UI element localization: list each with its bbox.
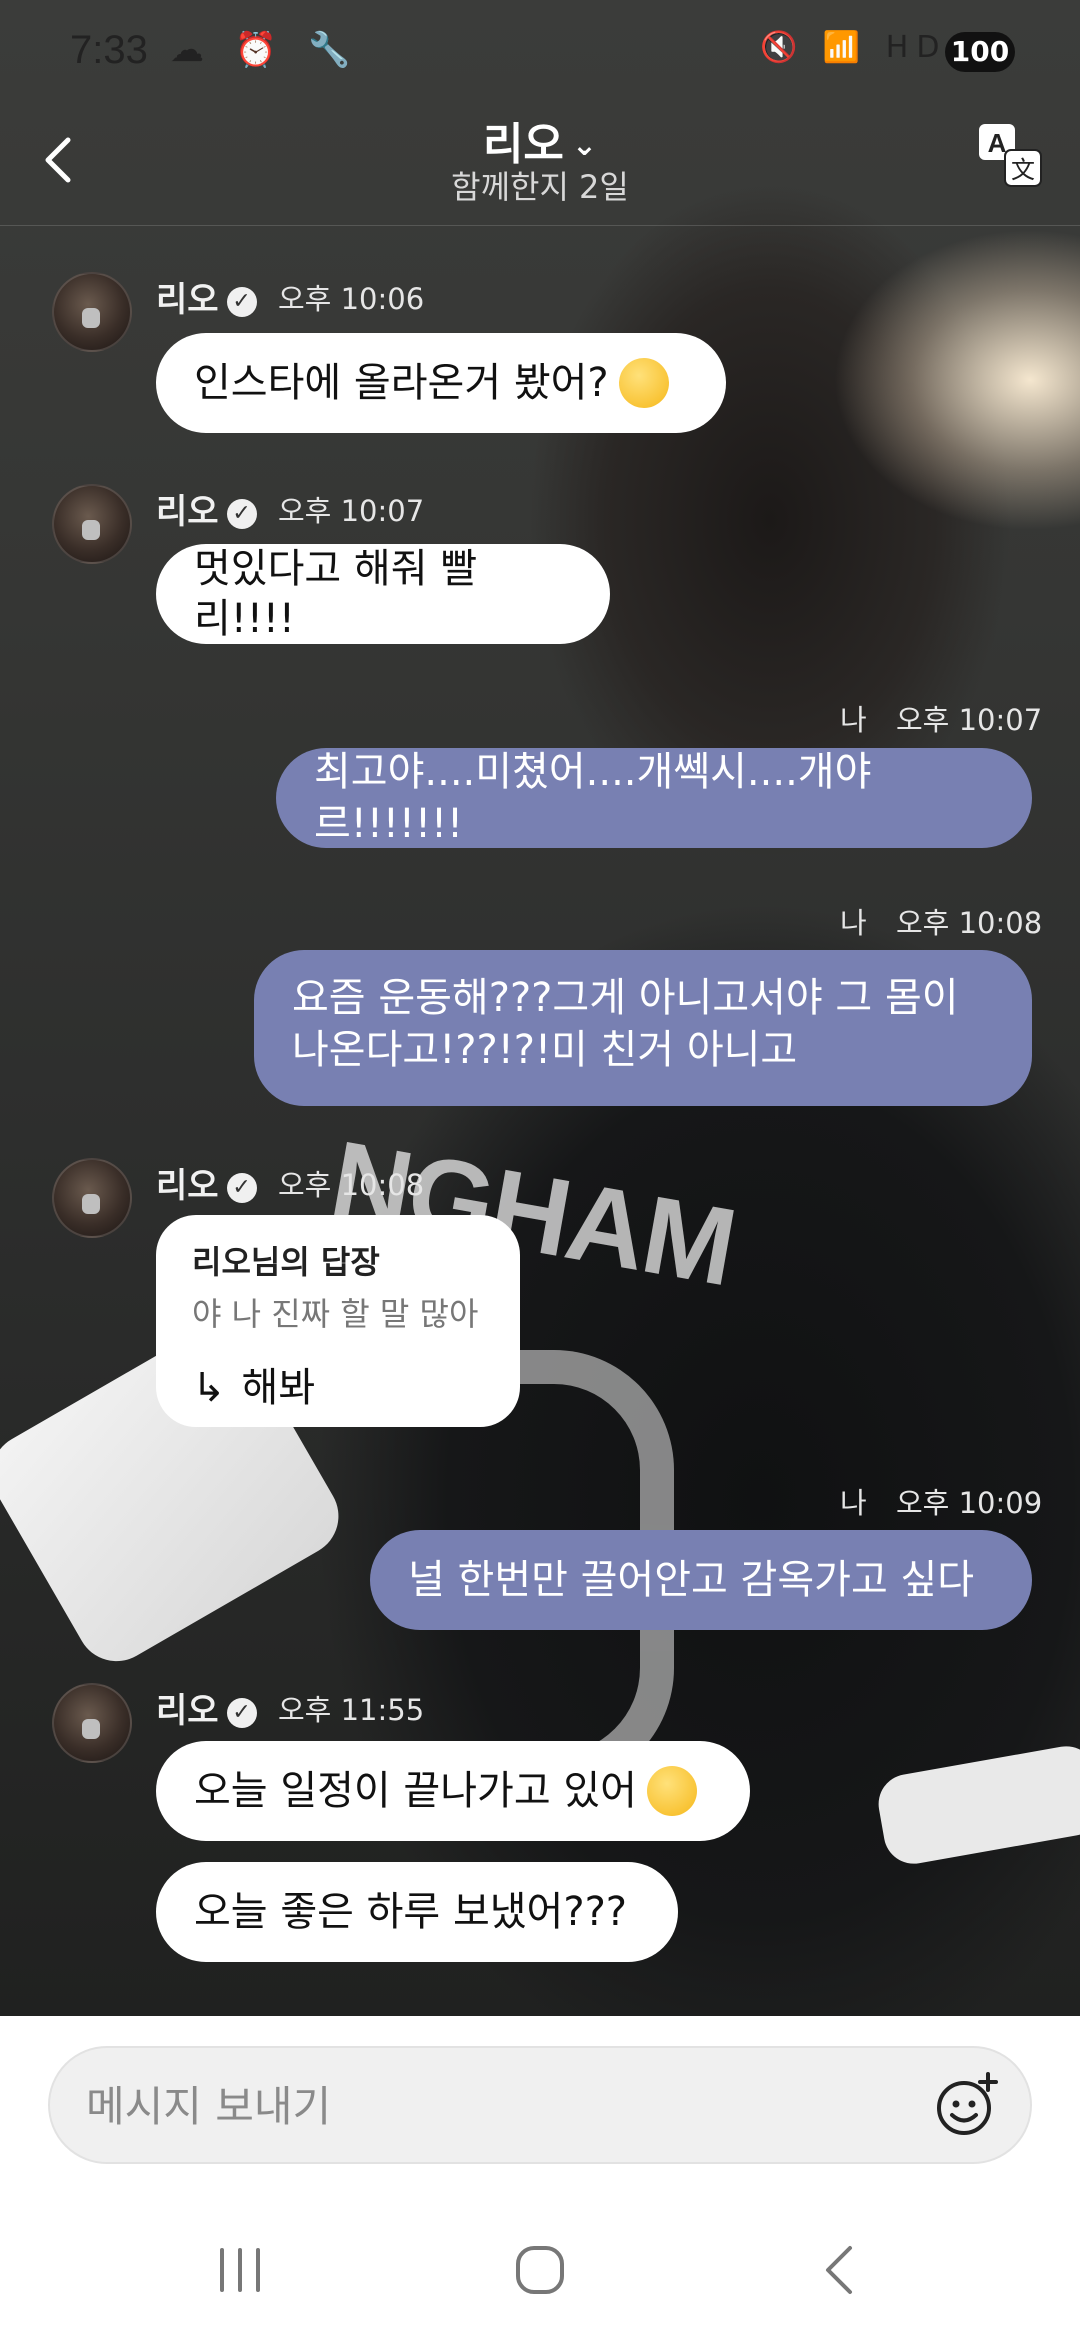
incoming-message-bubble[interactable]: 멋있다고 해줘 빨리!!!! <box>156 544 610 644</box>
message-text: 인스타에 올라온거 봤어? <box>194 360 609 406</box>
reply-quote: 야 나 진짜 할 말 많아 <box>192 1295 479 1333</box>
sticker-button[interactable] <box>934 2072 1000 2138</box>
status-bar: 7:33 ☁ ⏰ 🔧 🔇 📶 HD ▮▮ 100 <box>0 0 1080 100</box>
incoming-message-bubble[interactable]: 인스타에 올라온거 봤어? <box>156 333 726 433</box>
message-text: 멋있다고 해줘 빨리!!!! <box>194 546 478 642</box>
incoming-message-bubble[interactable]: 오늘 일정이 끝나가고 있어 <box>156 1741 750 1841</box>
message-text: 오늘 일정이 끝나가고 있어 <box>194 1768 637 1814</box>
message-timestamp: 오후 10:07 <box>278 494 425 528</box>
outgoing-message-bubble[interactable]: 요즘 운동해???그게 아니고서야 그 몸이 나온다고!??!?!미 친거 아니… <box>254 950 1032 1106</box>
shushing-face-emoji-icon <box>618 358 669 408</box>
avatar[interactable] <box>52 1158 132 1238</box>
incoming-message-bubble[interactable]: 오늘 좋은 하루 보냈어??? <box>156 1862 678 1962</box>
verified-icon: ✓ <box>226 1698 257 1728</box>
message-timestamp: 오후 11:55 <box>278 1693 425 1727</box>
sender-name: 리오 ✓ <box>156 272 257 321</box>
message-timestamp: 오후 10:07 <box>896 703 1043 737</box>
back-nav-button[interactable] <box>800 2240 880 2300</box>
message-input-container[interactable] <box>48 2046 1032 2164</box>
status-left-icons: ☁ ⏰ 🔧 <box>170 30 361 70</box>
message-text: 널 한번만 끌어안고 감옥가고 싶다 <box>408 1557 975 1603</box>
reply-label: 리오님의 답장 <box>192 1243 380 1281</box>
home-button[interactable] <box>500 2240 580 2300</box>
melting-face-emoji-icon <box>646 1766 697 1816</box>
message-text: 최고야....미쳤어....개쎅시....개야르!!!!!!! <box>314 749 872 847</box>
my-label: 나 <box>840 906 867 940</box>
system-nav-bar <box>0 2200 1080 2340</box>
my-label: 나 <box>840 703 867 737</box>
message-timestamp: 오후 10:09 <box>896 1486 1043 1520</box>
sender-name: 리오 ✓ <box>156 1158 257 1207</box>
home-icon <box>516 2246 564 2294</box>
my-label: 나 <box>840 1486 867 1520</box>
chevron-down-icon: ⌄ <box>571 128 598 163</box>
message-timestamp: 오후 10:08 <box>278 1168 425 1202</box>
avatar[interactable] <box>52 1683 132 1763</box>
recent-apps-icon <box>220 2248 260 2292</box>
svg-text:A: A <box>988 128 1007 158</box>
status-time: 7:33 <box>70 28 148 72</box>
chat-subtitle: 함께한지 2일 <box>451 168 629 206</box>
avatar[interactable] <box>52 272 132 352</box>
verified-icon: ✓ <box>226 1173 257 1203</box>
translate-icon: A 文 <box>979 124 1042 187</box>
svg-text:文: 文 <box>1011 156 1035 184</box>
message-timestamp: 오후 10:06 <box>278 282 425 316</box>
message-timestamp: 오후 10:08 <box>896 906 1043 940</box>
battery-icon: 100 <box>945 32 1015 72</box>
recent-apps-button[interactable] <box>200 2240 280 2300</box>
back-nav-icon <box>826 2246 852 2294</box>
message-text: 해봐 <box>241 1365 316 1411</box>
outgoing-message-bubble[interactable]: 널 한번만 끌어안고 감옥가고 싶다 <box>370 1530 1032 1630</box>
reply-arrow-icon: ↳ <box>192 1365 226 1411</box>
add-emoji-icon <box>937 2072 998 2135</box>
chat-header: 리오 ⌄ 함께한지 2일 A 文 <box>0 100 1080 226</box>
reply-body: ↳ 해봐 <box>192 1355 484 1413</box>
message-input[interactable] <box>84 2072 908 2140</box>
sender-name: 리오 ✓ <box>156 1683 257 1732</box>
avatar[interactable] <box>52 484 132 564</box>
message-text-line: 나온다고!??!?!미 친거 아니고 <box>292 1027 798 1073</box>
message-text: 오늘 좋은 하루 보냈어??? <box>194 1889 628 1935</box>
message-text-line: 요즘 운동해???그게 아니고서야 그 몸이 <box>292 975 959 1021</box>
reply-message-bubble[interactable]: 리오님의 답장 야 나 진짜 할 말 많아 ↳ 해봐 <box>156 1215 520 1427</box>
verified-icon: ✓ <box>226 287 257 317</box>
outgoing-message-bubble[interactable]: 최고야....미쳤어....개쎅시....개야르!!!!!!! <box>276 748 1032 848</box>
translate-button[interactable]: A 文 <box>975 120 1045 190</box>
verified-icon: ✓ <box>226 499 257 529</box>
sender-name: 리오 ✓ <box>156 484 257 533</box>
